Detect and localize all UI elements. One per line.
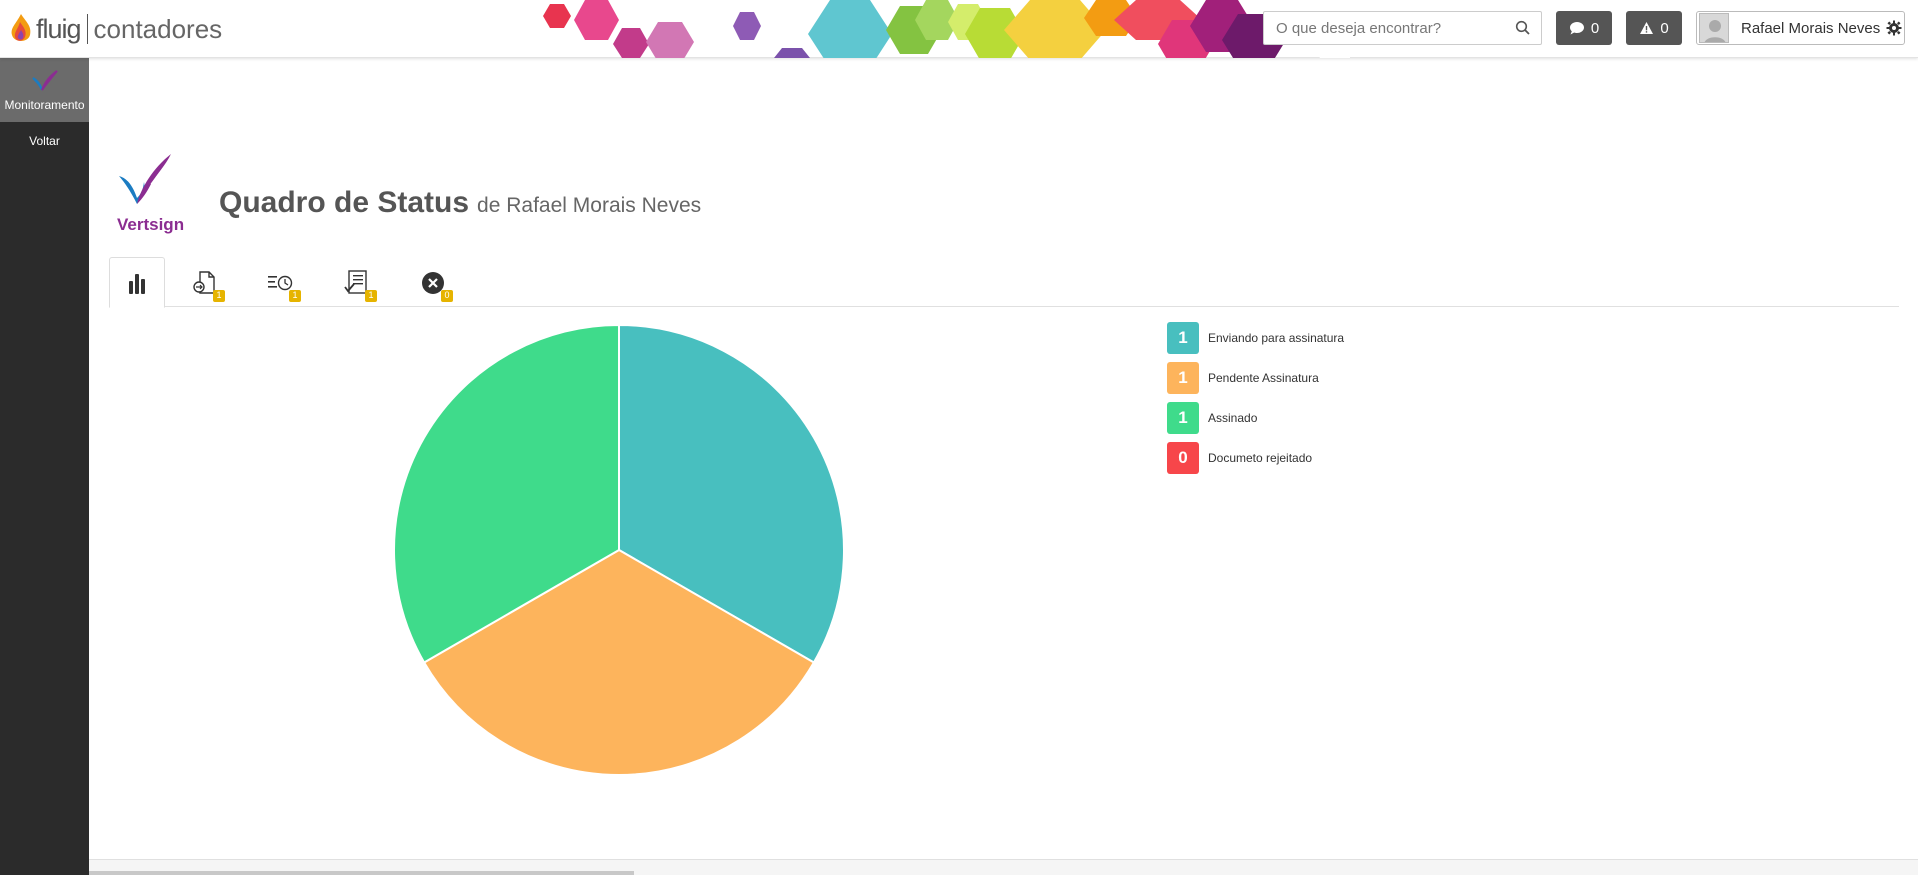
alerts-button[interactable]: 0: [1626, 11, 1682, 45]
page-title-text: Quadro de Status: [219, 186, 470, 219]
status-tabs: 1 1 1 0: [109, 257, 1899, 308]
chat-icon: [1569, 21, 1584, 34]
page-subtitle: de Rafael Morais Neves: [477, 194, 702, 217]
legend-label: Pendente Assinatura: [1208, 371, 1319, 385]
tab-rejeitado[interactable]: 0: [405, 257, 461, 308]
left-sidebar: Monitoramento Voltar: [0, 58, 89, 875]
tab-enviando[interactable]: 1: [177, 257, 233, 308]
main-content: Vertsign Quadro de Status de Rafael Mora…: [89, 58, 1918, 875]
vertsign-check-icon: [31, 70, 58, 91]
scrollbar-thumb[interactable]: [89, 871, 634, 875]
legend-label: Assinado: [1208, 411, 1258, 425]
legend-count: 0: [1167, 442, 1199, 474]
page-title: Quadro de Status de Rafael Morais Neves: [219, 186, 701, 220]
vertsign-logo-text: Vertsign: [117, 215, 184, 234]
legend-item: 1 Assinado: [1167, 402, 1344, 434]
user-menu-button[interactable]: Rafael Morais Neves: [1696, 11, 1905, 45]
legend-label: Documeto rejeitado: [1208, 451, 1313, 465]
tab-badge: 1: [213, 290, 225, 302]
tab-assinado[interactable]: 1: [329, 257, 385, 308]
search-input[interactable]: [1264, 13, 1504, 43]
bar-chart-icon: [129, 273, 145, 294]
legend-item: 1 Enviando para assinatura: [1167, 322, 1344, 354]
status-pie-chart: [389, 320, 849, 780]
messages-count: 0: [1590, 19, 1600, 37]
fluig-logo[interactable]: fluig contadores: [8, 6, 222, 52]
alerts-count: 0: [1660, 19, 1669, 37]
sidebar-item-monitoramento[interactable]: Monitoramento: [0, 58, 89, 122]
tab-chart[interactable]: [109, 257, 165, 308]
search-box[interactable]: [1263, 11, 1542, 45]
warning-icon: [1640, 22, 1654, 34]
sidebar-item-label: Monitoramento: [4, 98, 85, 112]
chart-legend: 1 Enviando para assinatura 1 Pendente As…: [1167, 322, 1344, 482]
tab-badge: 0: [441, 290, 453, 302]
sidebar-item-voltar[interactable]: Voltar: [0, 134, 89, 148]
tab-pendente[interactable]: 1: [253, 257, 309, 308]
top-navbar: fluig contadores 0: [0, 0, 1918, 58]
tab-badge: 1: [365, 290, 377, 302]
legend-count: 1: [1167, 402, 1199, 434]
user-name: Rafael Morais Neves: [1741, 19, 1881, 37]
gear-icon: [1886, 20, 1902, 36]
vertsign-logo: Vertsign: [117, 154, 184, 234]
legend-count: 1: [1167, 322, 1199, 354]
tab-badge: 1: [289, 290, 301, 302]
avatar: [1699, 13, 1729, 43]
search-icon[interactable]: [1515, 20, 1531, 36]
legend-label: Enviando para assinatura: [1208, 331, 1345, 345]
legend-count: 1: [1167, 362, 1199, 394]
legend-item: 0 Documeto rejeitado: [1167, 442, 1344, 474]
messages-button[interactable]: 0: [1556, 11, 1612, 45]
brand-divider: [86, 14, 88, 44]
pie-svg: [393, 323, 845, 776]
company-name: contadores: [93, 13, 223, 44]
brand-name: fluig: [36, 13, 82, 44]
fluig-flame-icon: [11, 14, 31, 41]
legend-item: 1 Pendente Assinatura: [1167, 362, 1344, 394]
hexagon-banner: [543, 0, 1350, 58]
